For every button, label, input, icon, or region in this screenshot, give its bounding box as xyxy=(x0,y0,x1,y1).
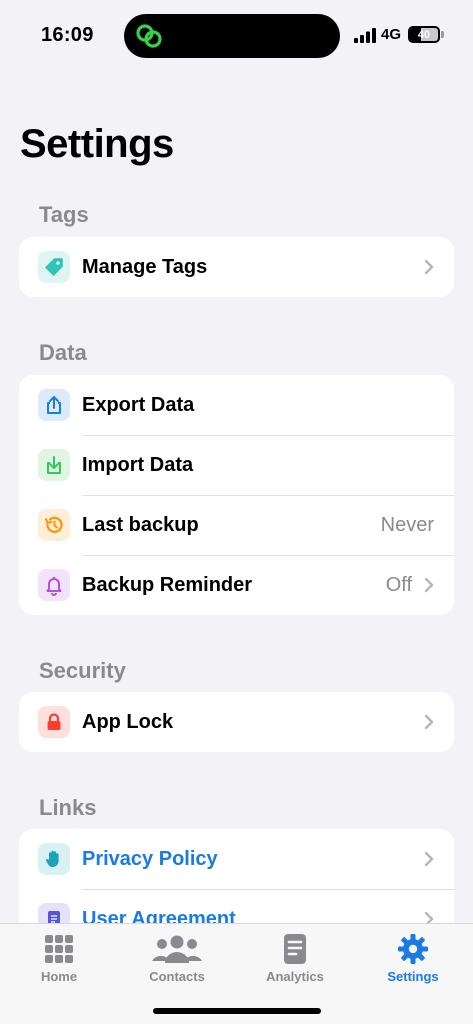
bell-icon xyxy=(38,569,70,601)
tab-contacts[interactable]: Contacts xyxy=(132,932,222,984)
chevron-right-icon xyxy=(424,259,434,275)
gear-icon xyxy=(398,934,428,964)
tab-home[interactable]: Home xyxy=(14,932,104,984)
page-title: Settings xyxy=(20,122,174,166)
history-clock-icon xyxy=(38,509,70,541)
import-icon xyxy=(38,449,70,481)
security-group: App Lock xyxy=(19,692,454,752)
signal-icon xyxy=(354,28,376,43)
manage-tags-label: Manage Tags xyxy=(82,255,208,278)
report-icon xyxy=(284,934,306,964)
export-data-row[interactable]: Export Data xyxy=(19,375,454,435)
tab-settings[interactable]: Settings xyxy=(368,932,458,984)
battery-icon: 40 xyxy=(408,26,440,43)
network-type: 4G xyxy=(381,26,402,43)
chevron-right-icon xyxy=(424,714,434,730)
people-icon xyxy=(152,935,202,963)
import-data-row[interactable]: Import Data xyxy=(19,435,454,495)
tab-analytics-label: Analytics xyxy=(266,969,324,984)
tab-home-label: Home xyxy=(40,969,78,984)
dynamic-island xyxy=(124,14,340,58)
last-backup-label: Last backup xyxy=(82,513,199,536)
privacy-policy-row[interactable]: Privacy Policy xyxy=(19,829,454,889)
backup-reminder-label: Backup Reminder xyxy=(82,573,253,596)
tab-settings-label: Settings xyxy=(387,969,439,984)
share-export-icon xyxy=(38,389,70,421)
lock-icon xyxy=(38,706,70,738)
battery-level: 40 xyxy=(417,28,431,41)
user-agreement-label: User Agreement xyxy=(82,907,236,925)
last-backup-value: Never xyxy=(380,513,434,536)
document-icon xyxy=(38,903,70,924)
last-backup-row: Last backup Never xyxy=(19,495,454,555)
battery-cap xyxy=(441,31,444,38)
hand-icon xyxy=(38,843,70,875)
import-data-label: Import Data xyxy=(82,453,194,476)
section-header-security: Security xyxy=(39,658,126,683)
links-group: Privacy Policy User Agreement xyxy=(19,829,454,924)
grid-icon xyxy=(45,935,73,963)
manage-tags-row[interactable]: Manage Tags xyxy=(19,237,454,297)
section-header-data: Data xyxy=(39,340,87,365)
app-lock-row[interactable]: App Lock xyxy=(19,692,454,752)
section-header-tags: Tags xyxy=(39,202,89,227)
export-data-label: Export Data xyxy=(82,393,195,416)
app-lock-label: App Lock xyxy=(82,710,174,733)
tab-analytics[interactable]: Analytics xyxy=(250,932,340,984)
user-agreement-row[interactable]: User Agreement xyxy=(19,889,454,924)
backup-reminder-value: Off xyxy=(385,573,412,596)
home-indicator xyxy=(153,1008,321,1014)
chevron-right-icon xyxy=(424,577,434,593)
section-header-links: Links xyxy=(39,795,97,820)
tag-icon xyxy=(38,251,70,283)
tags-group: Manage Tags xyxy=(19,237,454,297)
chevron-right-icon xyxy=(424,851,434,867)
backup-reminder-row[interactable]: Backup Reminder Off xyxy=(19,555,454,615)
tab-contacts-label: Contacts xyxy=(149,969,205,984)
status-bar: 16:09 4G 40 xyxy=(0,0,473,72)
privacy-policy-label: Privacy Policy xyxy=(82,847,218,870)
data-group: Export Data Import Data Last backup Neve… xyxy=(19,375,454,615)
status-time: 16:09 xyxy=(41,24,94,46)
app-link-icon xyxy=(136,24,162,48)
